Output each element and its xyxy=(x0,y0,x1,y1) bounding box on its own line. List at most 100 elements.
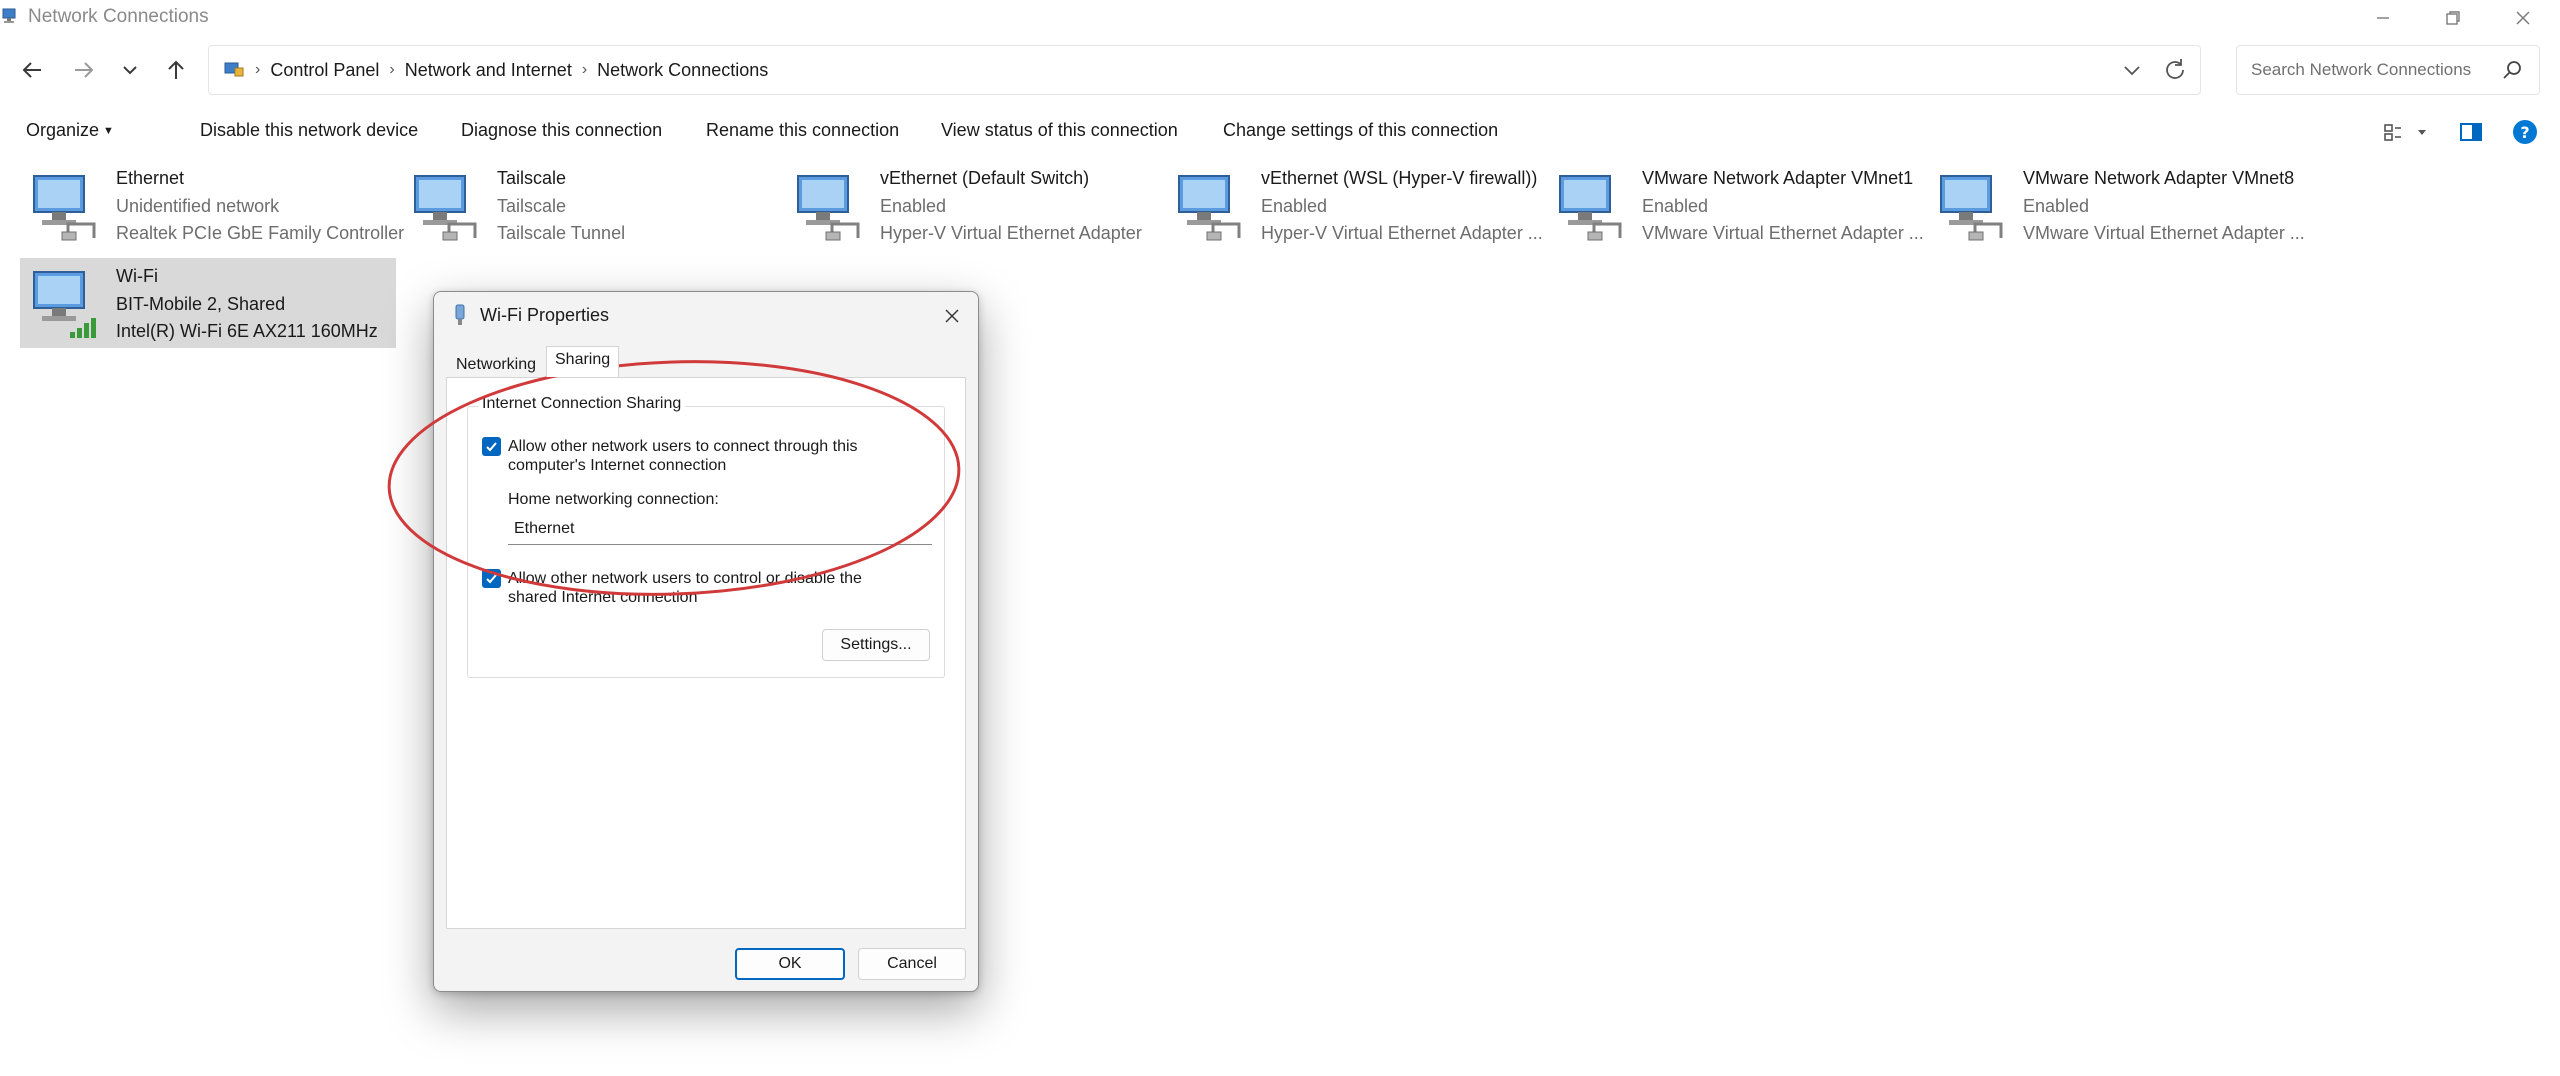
view-options-icon[interactable] xyxy=(2382,118,2410,146)
allow-control-checkbox[interactable] xyxy=(482,569,501,588)
close-button[interactable] xyxy=(2488,0,2558,36)
network-adapter-icon xyxy=(455,304,465,325)
connection-name: Tailscale xyxy=(497,168,567,188)
network-adapter-icon xyxy=(1559,175,1622,241)
network-connections-app-icon xyxy=(2,8,16,23)
connection-item-vmnet1[interactable]: VMware Network Adapter VMnet1 Enabled VM… xyxy=(1546,160,1926,250)
caret-down-icon: ▼ xyxy=(103,125,114,137)
breadcrumb-network-and-internet[interactable]: Network and Internet xyxy=(405,60,572,81)
connection-device: Intel(R) Wi-Fi 6E AX211 160MHz xyxy=(116,321,378,341)
refresh-icon[interactable] xyxy=(2162,57,2188,83)
dialog-close-button[interactable] xyxy=(936,300,968,332)
svg-text:?: ? xyxy=(2520,123,2529,142)
breadcrumb-separator-icon: › xyxy=(389,61,395,78)
breadcrumb-network-connections[interactable]: Network Connections xyxy=(597,60,768,81)
home-networking-value: Ethernet xyxy=(514,520,575,537)
network-adapter-icon xyxy=(33,175,96,241)
allow-connect-line2: computer's Internet connection xyxy=(508,457,727,474)
minimize-icon xyxy=(2377,17,2389,19)
breadcrumb: › Control Panel › Network and Internet ›… xyxy=(223,46,768,94)
minimize-button[interactable] xyxy=(2348,0,2418,36)
connection-item-wifi[interactable]: Wi-Fi BIT-Mobile 2, Shared Intel(R) Wi-F… xyxy=(20,258,396,348)
dialog-titlebar[interactable]: Wi-Fi Properties xyxy=(434,292,978,340)
breadcrumb-control-panel[interactable]: Control Panel xyxy=(270,60,379,81)
forward-button[interactable] xyxy=(64,50,104,90)
back-button[interactable] xyxy=(12,50,52,90)
breadcrumb-separator-icon: › xyxy=(581,61,588,78)
home-networking-label: Home networking connection: xyxy=(508,491,719,508)
arrow-left-icon xyxy=(22,62,41,78)
connection-status: Enabled xyxy=(1261,196,1328,216)
recent-locations-button[interactable] xyxy=(110,50,150,90)
connection-item-vmnet8[interactable]: VMware Network Adapter VMnet8 Enabled VM… xyxy=(1927,160,2307,250)
connection-name: vEthernet (Default Switch) xyxy=(880,168,1090,188)
network-adapter-icon xyxy=(414,175,477,241)
wifi-properties-dialog: Wi-Fi Properties Networking Sharing Inte… xyxy=(433,291,979,992)
arrow-up-icon xyxy=(168,60,184,79)
caret-down-icon[interactable] xyxy=(2412,118,2432,146)
address-bar[interactable]: › Control Panel › Network and Internet ›… xyxy=(208,45,2201,95)
network-adapter-icon xyxy=(1940,175,2003,241)
help-icon[interactable]: ? xyxy=(2511,118,2539,146)
allow-control-label: Allow other network users to control or … xyxy=(508,569,908,607)
connection-name: VMware Network Adapter VMnet8 xyxy=(2023,168,2295,188)
up-button[interactable] xyxy=(156,50,196,90)
network-adapter-icon xyxy=(1178,175,1241,241)
breadcrumb-separator-icon: › xyxy=(255,61,261,78)
connection-device: Hyper-V Virtual Ethernet Adapter ... xyxy=(1261,223,1543,243)
close-icon xyxy=(2516,11,2530,25)
connection-item-vethernet-wsl[interactable]: vEthernet (WSL (Hyper-V firewall)) Enabl… xyxy=(1165,160,1545,250)
sharing-tab-panel: Internet Connection Sharing Allow other … xyxy=(446,377,966,929)
cancel-button[interactable]: Cancel xyxy=(858,948,966,980)
connection-name: Wi-Fi xyxy=(116,266,158,286)
window-title: Network Connections xyxy=(28,6,209,27)
wifi-adapter-icon xyxy=(33,271,96,338)
preview-pane-icon[interactable] xyxy=(2457,118,2485,146)
ok-button[interactable]: OK xyxy=(735,948,845,980)
dialog-title: Wi-Fi Properties xyxy=(480,305,610,325)
connection-status: BIT-Mobile 2, Shared xyxy=(116,294,286,314)
allow-control-line2: shared Internet connection xyxy=(508,589,698,606)
restore-button[interactable] xyxy=(2418,0,2488,36)
connection-item-vethernet-default-switch[interactable]: vEthernet (Default Switch) Enabled Hyper… xyxy=(784,160,1164,250)
connection-device: Realtek PCIe GbE Family Controller xyxy=(116,223,405,243)
command-bar: Organize ▼ Disable this network device Di… xyxy=(0,106,2560,156)
change-settings-button[interactable]: Change settings of this connection xyxy=(1223,120,1498,141)
settings-button[interactable]: Settings... xyxy=(822,629,930,661)
home-networking-select[interactable]: Ethernet xyxy=(508,515,932,545)
rename-button[interactable]: Rename this connection xyxy=(706,120,899,141)
view-status-button[interactable]: View status of this connection xyxy=(941,120,1178,141)
navigation-bar: › Control Panel › Network and Internet ›… xyxy=(0,36,2560,106)
allow-connect-checkbox[interactable] xyxy=(482,437,501,456)
diagnose-button[interactable]: Diagnose this connection xyxy=(461,120,662,141)
network-adapter-icon xyxy=(797,175,860,241)
arrow-right-icon xyxy=(75,62,94,78)
connection-item-ethernet[interactable]: Ethernet Unidentified network Realtek PC… xyxy=(20,160,404,250)
restore-icon xyxy=(2446,11,2460,25)
connection-item-tailscale[interactable]: Tailscale Tailscale Tailscale Tunnel xyxy=(401,160,781,250)
tab-sharing[interactable]: Sharing xyxy=(546,346,620,377)
search-icon[interactable] xyxy=(2501,58,2525,82)
checkmark-icon xyxy=(486,574,497,584)
search-box[interactable]: Search Network Connections xyxy=(2236,45,2540,95)
organize-label: Organize xyxy=(26,120,100,140)
group-label: Internet Connection Sharing xyxy=(478,395,686,413)
connection-status: Enabled xyxy=(2023,196,2090,216)
disable-device-button[interactable]: Disable this network device xyxy=(200,120,418,141)
connection-name: vEthernet (WSL (Hyper-V firewall)) xyxy=(1261,168,1538,188)
chevron-down-icon xyxy=(123,66,137,75)
window-titlebar: Network Connections xyxy=(0,0,2560,36)
connection-status: Unidentified network xyxy=(116,196,280,216)
close-icon xyxy=(945,309,959,323)
control-panel-icon xyxy=(224,62,244,77)
connection-device: VMware Virtual Ethernet Adapter ... xyxy=(2023,223,2305,243)
search-input[interactable]: Search Network Connections xyxy=(2251,60,2471,80)
allow-connect-line1: Allow other network users to connect thr… xyxy=(508,438,858,455)
organize-menu[interactable]: Organize ▼ xyxy=(26,120,114,141)
connection-device: VMware Virtual Ethernet Adapter ... xyxy=(1642,223,1924,243)
connection-status: Enabled xyxy=(880,196,947,216)
connection-name: Ethernet xyxy=(116,168,185,188)
checkmark-icon xyxy=(486,442,497,452)
tab-networking[interactable]: Networking xyxy=(448,352,544,378)
chevron-down-icon[interactable] xyxy=(2120,58,2144,82)
